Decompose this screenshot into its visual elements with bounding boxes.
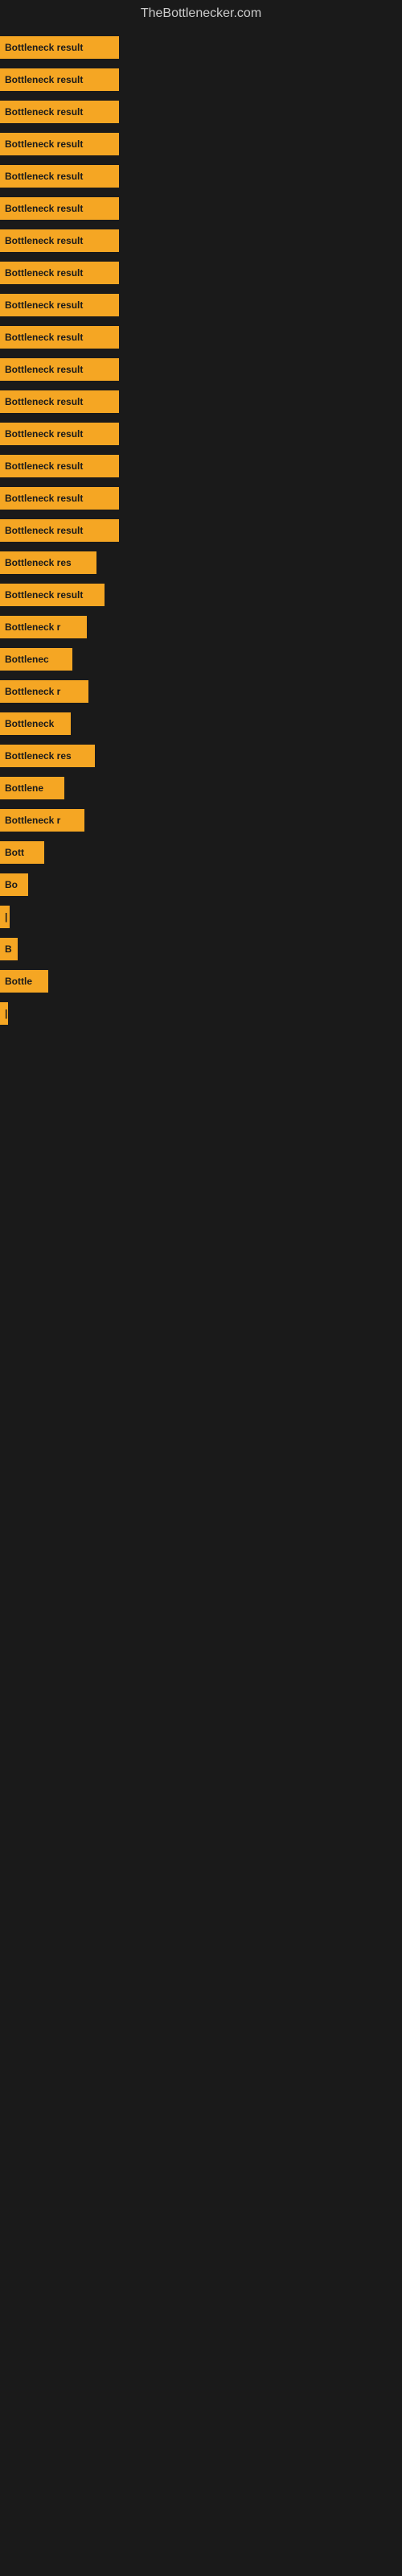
bottleneck-bar[interactable]: Bottleneck result — [0, 36, 119, 59]
bar-row: Bottleneck res — [0, 547, 402, 578]
bar-label: Bottleneck res — [5, 557, 72, 568]
bottleneck-bar[interactable]: Bottleneck r — [0, 809, 84, 832]
bottleneck-bar[interactable]: Bottleneck r — [0, 616, 87, 638]
bar-row: Bottlenec — [0, 644, 402, 675]
bar-row: Bottlene — [0, 773, 402, 803]
bottleneck-bar[interactable]: Bottleneck result — [0, 326, 119, 349]
bottleneck-bar[interactable]: Bottleneck result — [0, 390, 119, 413]
bar-row: Bottleneck result — [0, 580, 402, 610]
bar-row: Bottleneck result — [0, 290, 402, 320]
bar-row: B — [0, 934, 402, 964]
bar-label: Bottleneck result — [5, 364, 83, 375]
bar-label: Bottleneck result — [5, 203, 83, 214]
bar-row: Bottleneck result — [0, 193, 402, 224]
bar-row: Bottleneck result — [0, 451, 402, 481]
bottleneck-bar[interactable]: Bottleneck res — [0, 551, 96, 574]
bar-label: Bo — [5, 879, 18, 890]
bar-row: Bo — [0, 869, 402, 900]
bottleneck-bar[interactable]: Bottle — [0, 970, 48, 993]
site-title: TheBottlenecker.com — [0, 0, 402, 24]
bar-label: Bottleneck result — [5, 42, 83, 53]
bar-row: Bottleneck — [0, 708, 402, 739]
bar-label: Bottleneck result — [5, 396, 83, 407]
bar-row: Bottleneck result — [0, 32, 402, 63]
bottleneck-bar[interactable]: Bottleneck result — [0, 455, 119, 477]
bar-label: B — [5, 943, 12, 955]
bar-label: Bottleneck result — [5, 428, 83, 440]
bar-row: Bottleneck res — [0, 741, 402, 771]
bottleneck-bar[interactable]: Bottleneck result — [0, 519, 119, 542]
bottleneck-bar[interactable]: Bottleneck result — [0, 487, 119, 510]
bars-container: Bottleneck result Bottleneck result Bottle… — [0, 24, 402, 1029]
bottleneck-bar[interactable]: Bottleneck result — [0, 197, 119, 220]
bar-row: | — [0, 998, 402, 1029]
bar-label: Bottleneck r — [5, 815, 60, 826]
bottleneck-bar[interactable]: Bottlene — [0, 777, 64, 799]
bar-row: Bottleneck result — [0, 129, 402, 159]
bar-row: Bottleneck result — [0, 515, 402, 546]
bottleneck-bar[interactable]: Bottleneck — [0, 712, 71, 735]
bottleneck-bar[interactable]: Bottleneck result — [0, 68, 119, 91]
bottleneck-bar[interactable]: | — [0, 1002, 8, 1025]
bar-label: Bottleneck result — [5, 106, 83, 118]
bar-label: Bott — [5, 847, 24, 858]
bar-row: Bottleneck result — [0, 322, 402, 353]
bar-row: Bottleneck result — [0, 225, 402, 256]
bar-label: Bottleneck res — [5, 750, 72, 762]
bottleneck-bar[interactable]: Bo — [0, 873, 28, 896]
bar-row: Bottleneck result — [0, 354, 402, 385]
bar-row: Bottleneck result — [0, 258, 402, 288]
bar-label: Bottleneck result — [5, 332, 83, 343]
bar-label: Bottleneck — [5, 718, 54, 729]
bar-row: Bottleneck r — [0, 612, 402, 642]
bar-label: Bottleneck result — [5, 299, 83, 311]
bottleneck-bar[interactable]: Bottleneck result — [0, 133, 119, 155]
bar-label: Bottleneck result — [5, 138, 83, 150]
bottleneck-bar[interactable]: Bottleneck result — [0, 358, 119, 381]
bar-label: Bottleneck result — [5, 74, 83, 85]
bar-row: Bottle — [0, 966, 402, 997]
bottleneck-bar[interactable]: Bottleneck result — [0, 165, 119, 188]
bar-label: | — [5, 1008, 7, 1019]
bottleneck-bar[interactable]: Bottlenec — [0, 648, 72, 671]
bar-row: Bottleneck result — [0, 419, 402, 449]
bar-label: Bottleneck r — [5, 621, 60, 633]
bottleneck-bar[interactable]: Bottleneck result — [0, 584, 105, 606]
bar-row: Bottleneck result — [0, 386, 402, 417]
bottleneck-bar[interactable]: Bott — [0, 841, 44, 864]
bar-label: Bottleneck r — [5, 686, 60, 697]
bar-label: Bottle — [5, 976, 32, 987]
bar-row: Bott — [0, 837, 402, 868]
bar-label: Bottleneck result — [5, 267, 83, 279]
bottleneck-bar[interactable]: B — [0, 938, 18, 960]
bottleneck-bar[interactable]: Bottleneck res — [0, 745, 95, 767]
bar-row: | — [0, 902, 402, 932]
bottleneck-bar[interactable]: Bottleneck result — [0, 294, 119, 316]
bottleneck-bar[interactable]: Bottleneck r — [0, 680, 88, 703]
bar-row: Bottleneck result — [0, 97, 402, 127]
bottleneck-bar[interactable]: Bottleneck result — [0, 262, 119, 284]
bar-row: Bottleneck result — [0, 483, 402, 514]
bar-row: Bottleneck r — [0, 676, 402, 707]
bar-label: | — [5, 911, 7, 923]
bar-row: Bottleneck r — [0, 805, 402, 836]
bottleneck-bar[interactable]: | — [0, 906, 10, 928]
bar-label: Bottleneck result — [5, 171, 83, 182]
bar-label: Bottlenec — [5, 654, 49, 665]
bar-label: Bottleneck result — [5, 493, 83, 504]
bar-row: Bottleneck result — [0, 161, 402, 192]
bar-label: Bottlene — [5, 782, 43, 794]
bottleneck-bar[interactable]: Bottleneck result — [0, 229, 119, 252]
bar-row: Bottleneck result — [0, 64, 402, 95]
bar-label: Bottleneck result — [5, 235, 83, 246]
bottleneck-bar[interactable]: Bottleneck result — [0, 101, 119, 123]
bar-label: Bottleneck result — [5, 460, 83, 472]
bottleneck-bar[interactable]: Bottleneck result — [0, 423, 119, 445]
bar-label: Bottleneck result — [5, 525, 83, 536]
bar-label: Bottleneck result — [5, 589, 83, 601]
